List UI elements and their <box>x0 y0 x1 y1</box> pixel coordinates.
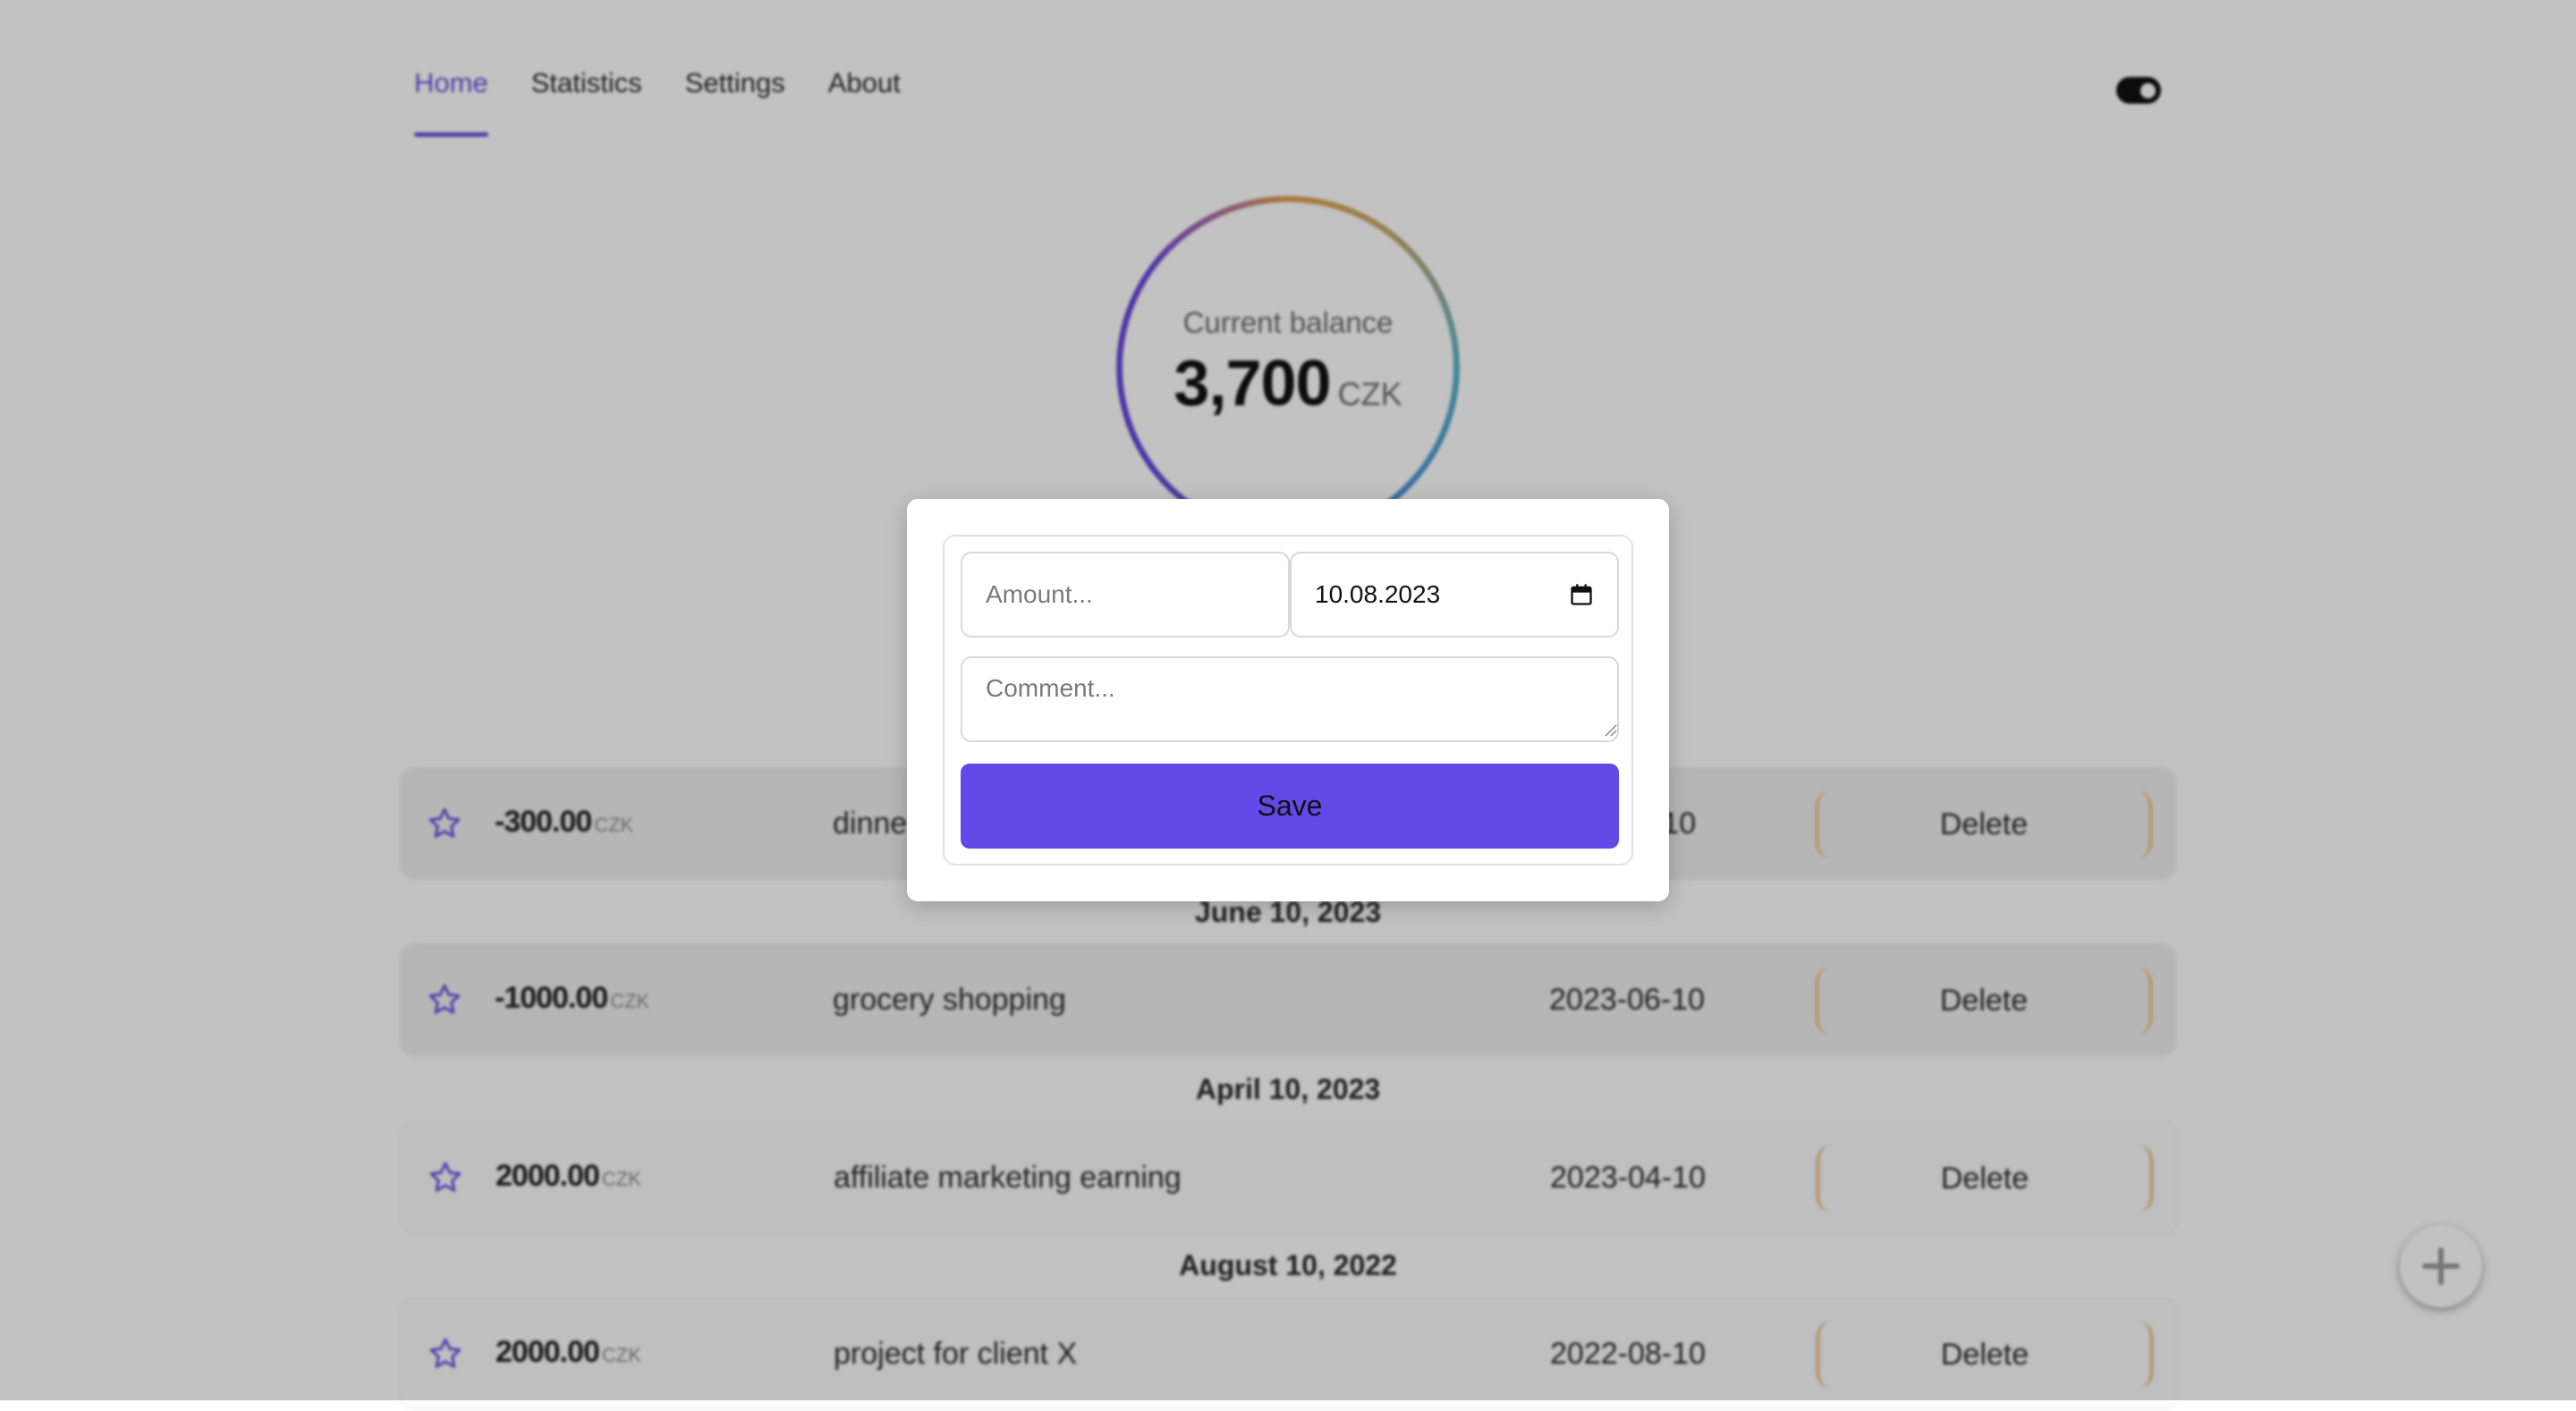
date-value: 10.08.2023 <box>1315 580 1441 608</box>
add-transaction-modal: 10.08.2023 Save <box>907 499 1669 901</box>
save-button[interactable]: Save <box>961 764 1619 849</box>
comment-input[interactable] <box>961 656 1619 742</box>
resize-grip-icon[interactable] <box>1603 722 1617 737</box>
amount-input[interactable] <box>961 552 1290 638</box>
date-input[interactable]: 10.08.2023 <box>1290 552 1619 638</box>
calendar-icon[interactable] <box>1569 582 1594 607</box>
transaction-form: 10.08.2023 Save <box>943 535 1633 866</box>
